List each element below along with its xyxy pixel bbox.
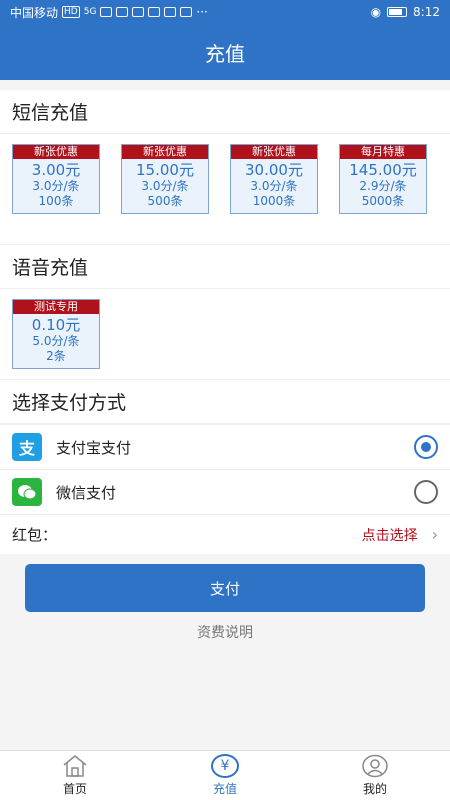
page-title: 充值 bbox=[205, 41, 245, 66]
package-rate: 3.0分/条 bbox=[250, 179, 298, 193]
nav-label: 首页 bbox=[62, 782, 87, 796]
user-icon bbox=[361, 754, 389, 778]
package-price: 30.00元 bbox=[245, 161, 303, 179]
wifi-icon bbox=[100, 7, 113, 17]
app-bar: 充值 bbox=[0, 24, 450, 80]
sms-package-list: 新张优惠 3.00元 3.0分/条 100条 新张优惠 15.00元 3.0分/… bbox=[0, 134, 450, 244]
carrier-label: 中国移动 bbox=[10, 5, 59, 20]
yen-icon-wrap: ¥ bbox=[211, 754, 239, 778]
sms-package-card[interactable]: 每月特惠 145.00元 2.9分/条 5000条 bbox=[339, 144, 427, 214]
package-price: 15.00元 bbox=[136, 161, 194, 179]
hongbao-label: 红包： bbox=[12, 526, 58, 544]
voice-section: 语音充值 测试专用 0.10元 5.0分/条 2条 bbox=[0, 244, 450, 379]
package-count: 500条 bbox=[147, 194, 183, 208]
package-count: 5000条 bbox=[361, 194, 405, 208]
clock: 8:12 bbox=[413, 5, 440, 19]
voice-package-card[interactable]: 测试专用 0.10元 5.0分/条 2条 bbox=[12, 299, 100, 369]
voice-package-list: 测试专用 0.10元 5.0分/条 2条 bbox=[0, 289, 450, 379]
eye-icon: ◉ bbox=[370, 5, 382, 19]
sms-section-title: 短信充值 bbox=[0, 90, 450, 134]
nav-label: 我的 bbox=[362, 782, 387, 796]
sms-section: 短信充值 新张优惠 3.00元 3.0分/条 100条 新张优惠 15.00元 … bbox=[0, 90, 450, 244]
sms-package-card[interactable]: 新张优惠 15.00元 3.0分/条 500条 bbox=[121, 144, 209, 214]
package-tag: 新张优惠 bbox=[13, 145, 99, 159]
hongbao-choose-link[interactable]: 点击选择 bbox=[362, 525, 418, 545]
package-tag: 新张优惠 bbox=[231, 145, 317, 159]
nav-label: 充值 bbox=[212, 782, 237, 796]
payment-option-label: 微信支付 bbox=[56, 483, 117, 502]
top-spacer bbox=[0, 80, 450, 90]
network-indicator: 5G bbox=[83, 7, 97, 17]
payment-option-alipay[interactable]: 支 支付宝支付 bbox=[0, 424, 450, 469]
chevron-right-icon: › bbox=[431, 525, 438, 544]
package-tag: 每月特惠 bbox=[340, 145, 426, 159]
package-tag: 新张优惠 bbox=[122, 145, 208, 159]
package-rate: 3.0分/条 bbox=[32, 179, 80, 193]
hongbao-row[interactable]: 红包： 点击选择 › bbox=[0, 514, 450, 554]
payment-option-label: 支付宝支付 bbox=[56, 438, 132, 457]
sms-package-card[interactable]: 新张优惠 30.00元 3.0分/条 1000条 bbox=[230, 144, 318, 214]
status-bar: 中国移动 HD 5G ··· ◉ 8:12 bbox=[0, 0, 450, 24]
payment-option-wechat[interactable]: 微信支付 bbox=[0, 469, 450, 514]
package-price: 0.10元 bbox=[31, 316, 81, 334]
package-tag: 测试专用 bbox=[13, 300, 99, 314]
battery-icon bbox=[387, 7, 408, 17]
notification-icon bbox=[116, 7, 129, 17]
fee-description-link[interactable]: 资费说明 bbox=[0, 622, 450, 642]
shield-notification-icon bbox=[164, 7, 177, 17]
more-indicator: ··· bbox=[196, 5, 208, 19]
pay-area: 支付 资费说明 bbox=[0, 554, 450, 642]
pay-button[interactable]: 支付 bbox=[25, 564, 425, 612]
mail-notification-icon bbox=[148, 7, 161, 17]
alipay-icon: 支 bbox=[12, 433, 42, 461]
wechat-radio[interactable] bbox=[414, 480, 438, 504]
sms-package-card[interactable]: 新张优惠 3.00元 3.0分/条 100条 bbox=[12, 144, 100, 214]
voice-section-title: 语音充值 bbox=[0, 245, 450, 289]
package-price: 145.00元 bbox=[349, 161, 417, 179]
bottom-nav: 首页 ¥ 充值 我的 bbox=[0, 750, 450, 800]
payment-section: 选择支付方式 支 支付宝支付 微信支付 红包： 点击选择 › bbox=[0, 379, 450, 554]
main-content: 短信充值 新张优惠 3.00元 3.0分/条 100条 新张优惠 15.00元 … bbox=[0, 80, 450, 750]
nav-home[interactable]: 首页 bbox=[0, 751, 150, 800]
info-notification-icon bbox=[180, 7, 193, 17]
wechat-icon bbox=[12, 478, 42, 506]
chat-notification-icon bbox=[132, 7, 145, 17]
alipay-radio[interactable] bbox=[414, 435, 438, 459]
yen-icon: ¥ bbox=[211, 754, 239, 778]
nav-recharge[interactable]: ¥ 充值 bbox=[150, 751, 300, 800]
payment-section-title: 选择支付方式 bbox=[0, 380, 450, 424]
package-count: 2条 bbox=[46, 349, 66, 363]
hd-indicator: HD bbox=[62, 6, 80, 18]
package-price: 3.00元 bbox=[31, 161, 81, 179]
package-count: 100条 bbox=[38, 194, 74, 208]
home-icon bbox=[61, 754, 89, 778]
package-rate: 5.0分/条 bbox=[32, 334, 80, 348]
package-rate: 3.0分/条 bbox=[141, 179, 189, 193]
package-rate: 2.9分/条 bbox=[359, 179, 407, 193]
package-count: 1000条 bbox=[252, 194, 296, 208]
nav-mine[interactable]: 我的 bbox=[300, 751, 450, 800]
